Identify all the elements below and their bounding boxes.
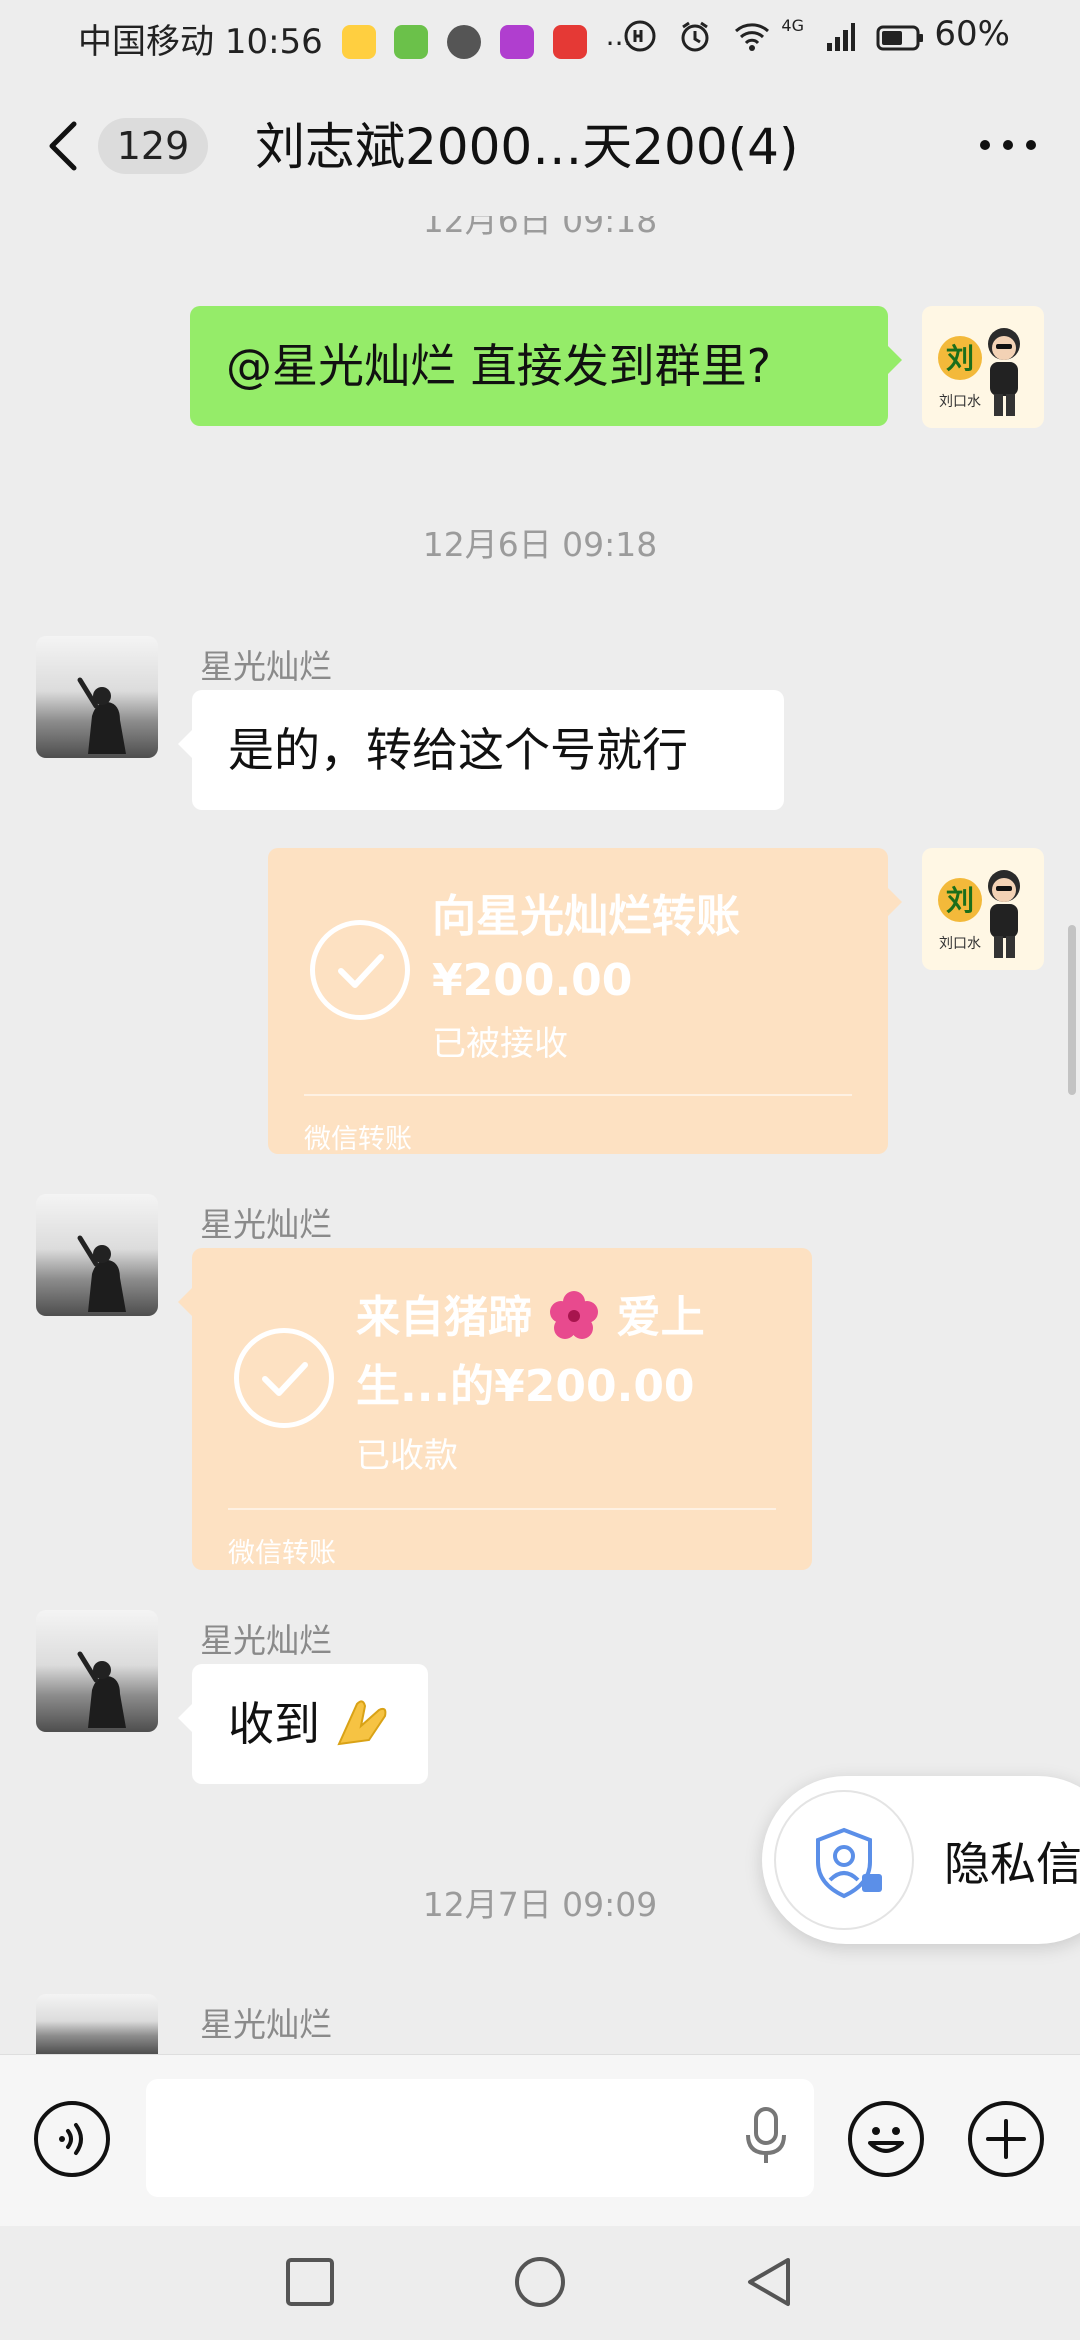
clock: 10:56 — [224, 22, 323, 62]
hibiscus-emoji-icon — [550, 1291, 599, 1339]
transfer-amount: ¥200.00 — [432, 955, 633, 1006]
nav-back-icon[interactable] — [742, 2254, 794, 2310]
battery-level: 60% — [934, 14, 1010, 54]
carrier-label: 中国移动 — [78, 22, 214, 62]
transfer-status: 已被接收 — [432, 1024, 568, 1064]
privacy-shield-icon — [774, 1790, 914, 1930]
input-bar — [0, 2054, 1080, 2227]
timestamp: 12月6日 09:18 — [422, 525, 658, 564]
check-icon — [234, 1328, 334, 1428]
avatar-char: 刘 — [946, 884, 974, 917]
sender-name: 星光灿烂 — [200, 1205, 332, 1244]
contact-message-bubble[interactable]: 收到 — [178, 1664, 428, 1784]
mic-icon[interactable] — [744, 2107, 788, 2167]
message-text: 收到 — [228, 1694, 391, 1754]
emoji-icon[interactable] — [848, 2101, 924, 2177]
transfer-title-part: 来自猪蹄 — [356, 1292, 532, 1343]
contact-avatar[interactable] — [36, 1610, 158, 1732]
transfer-status: 已收款 — [356, 1436, 458, 1476]
my-avatar[interactable]: 刘 刘口水 — [922, 306, 1044, 428]
alarm-icon — [681, 21, 709, 52]
system-nav-bar — [0, 2226, 1080, 2340]
sender-name: 星光灿烂 — [200, 1621, 332, 1660]
bank-app-icon — [500, 25, 535, 59]
voice-icon[interactable] — [34, 2101, 110, 2177]
message-text: 是的，转给这个号就行 — [228, 723, 688, 777]
my-avatar[interactable]: 刘 刘口水 — [922, 848, 1044, 970]
signal-icon — [826, 23, 855, 51]
status-left: 中国移动 10:56 ··· — [78, 14, 632, 63]
sender-name: 星光灿烂 — [200, 2005, 332, 2044]
transfer-card-sent[interactable]: 向星光灿烂转账 ¥200.00 已被接收 微信转账 — [268, 848, 902, 1155]
scrollbar[interactable] — [1068, 925, 1076, 1095]
chat-header: 129 刘志斌2000…天200(4) — [0, 76, 1080, 216]
contact-avatar[interactable] — [36, 636, 158, 758]
transfer-footer: 微信转账 — [304, 1124, 412, 1155]
divider — [304, 1094, 852, 1096]
more-icon[interactable] — [978, 124, 1038, 164]
avatar-caption: 刘口水 — [939, 936, 981, 952]
sender-name: 星光灿烂 — [200, 647, 332, 686]
transfer-title-line2: 生...的¥200.00 — [356, 1361, 695, 1412]
contact-avatar[interactable] — [36, 1194, 158, 1316]
divider — [228, 1508, 776, 1510]
contact-message-bubble[interactable]: 是的，转给这个号就行 — [178, 690, 784, 810]
check-icon — [310, 920, 410, 1020]
pray-hands-emoji-icon — [336, 1700, 386, 1746]
recent-apps-icon[interactable] — [284, 2256, 336, 2308]
transfer-card-received[interactable]: 来自猪蹄 爱上 生...的¥200.00 已收款 微信转账 — [178, 1248, 812, 1570]
home-icon[interactable] — [512, 2254, 568, 2310]
my-message-bubble[interactable]: @星光灿烂 直接发到群里? — [190, 306, 902, 426]
transfer-title-part: 爱上 — [616, 1292, 705, 1343]
shop-app-icon — [552, 25, 587, 59]
contact-avatar[interactable] — [36, 1994, 158, 2054]
video-app-icon — [394, 25, 429, 59]
plus-icon[interactable] — [968, 2101, 1044, 2177]
weibo-icon — [341, 25, 376, 59]
avatar-caption: 刘口水 — [939, 394, 981, 410]
back-icon[interactable] — [44, 118, 84, 174]
hd-call-icon — [624, 20, 656, 52]
network-type: 4G — [781, 16, 804, 35]
chat-title[interactable]: 刘志斌2000…天200(4) — [255, 112, 799, 182]
avatar-char: 刘 — [946, 342, 974, 375]
avatar-image — [77, 1651, 126, 1728]
unread-count-badge[interactable]: 129 — [98, 118, 208, 174]
avatar-image — [77, 1235, 126, 1312]
privacy-label: 隐私信 — [944, 1837, 1080, 1891]
wifi-icon — [734, 23, 769, 51]
transfer-footer: 微信转账 — [228, 1538, 336, 1569]
status-bar: 中国移动 10:56 ··· 4G 60% — [0, 0, 1080, 76]
browser-icon — [447, 25, 482, 59]
message-text-part: 收到 — [228, 1697, 320, 1751]
message-text: @星光灿烂 直接发到群里? — [226, 339, 772, 393]
status-right: 4G 60% — [613, 14, 1010, 54]
avatar-image — [77, 677, 126, 754]
battery-icon — [876, 25, 923, 51]
message-input[interactable] — [146, 2079, 814, 2197]
avatar-image: 刘 刘口水 — [938, 870, 1020, 958]
privacy-floating-button[interactable]: 隐私信 — [762, 1776, 1080, 1944]
avatar-image: 刘 刘口水 — [938, 328, 1020, 416]
transfer-title: 向星光灿烂转账 — [432, 891, 740, 942]
transfer-title-line1: 来自猪蹄 爱上 — [356, 1288, 705, 1347]
